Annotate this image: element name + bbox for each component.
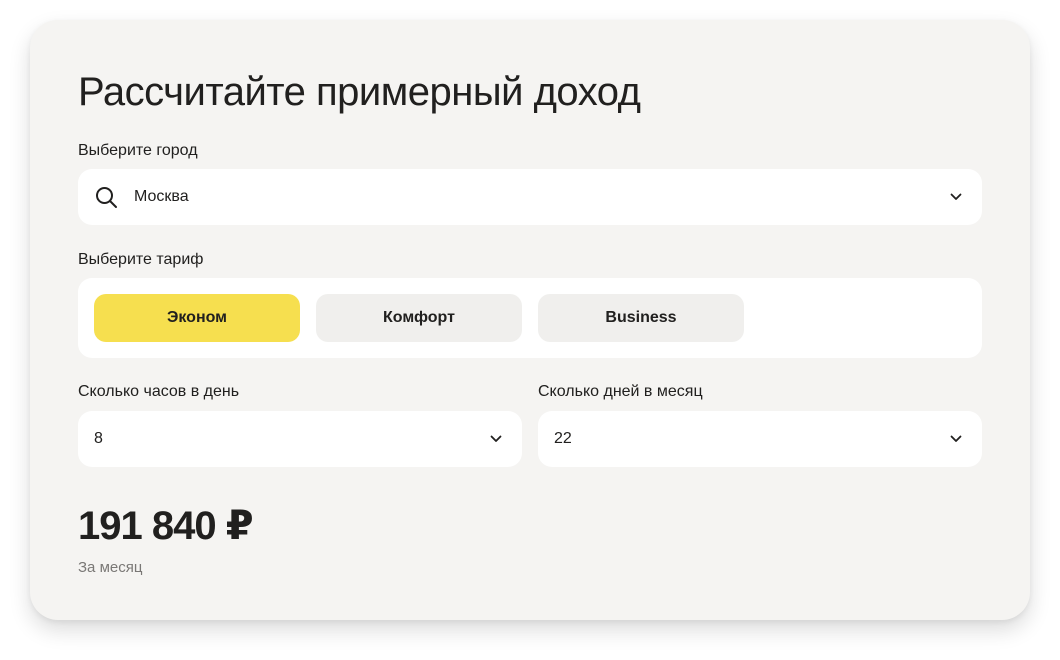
search-icon <box>96 187 117 208</box>
income-calculator-card: Рассчитайте примерный доход Выберите гор… <box>30 20 1030 620</box>
tariff-option-comfort[interactable]: Комфорт <box>316 294 522 342</box>
hours-label: Сколько часов в день <box>78 383 240 400</box>
hours-select[interactable]: 8 <box>78 411 522 467</box>
chevron-down-icon <box>950 435 962 442</box>
days-label: Сколько дней в месяц <box>538 383 703 400</box>
city-value: Москва <box>134 188 189 205</box>
page-title: Рассчитайте примерный доход <box>78 70 641 114</box>
city-label: Выберите город <box>78 142 198 159</box>
tariff-selector: Эконом Комфорт Business <box>78 278 982 358</box>
days-value: 22 <box>554 430 572 447</box>
chevron-down-icon <box>950 193 962 200</box>
hours-value: 8 <box>94 430 103 447</box>
income-period: За месяц <box>78 559 143 576</box>
tariff-label: Выберите тариф <box>78 251 204 268</box>
city-select[interactable]: Москва <box>78 169 982 225</box>
chevron-down-icon <box>490 435 502 442</box>
income-amount: 191 840 ₽ <box>78 504 254 548</box>
tariff-option-business[interactable]: Business <box>538 294 744 342</box>
days-select[interactable]: 22 <box>538 411 982 467</box>
tariff-option-econom[interactable]: Эконом <box>94 294 300 342</box>
